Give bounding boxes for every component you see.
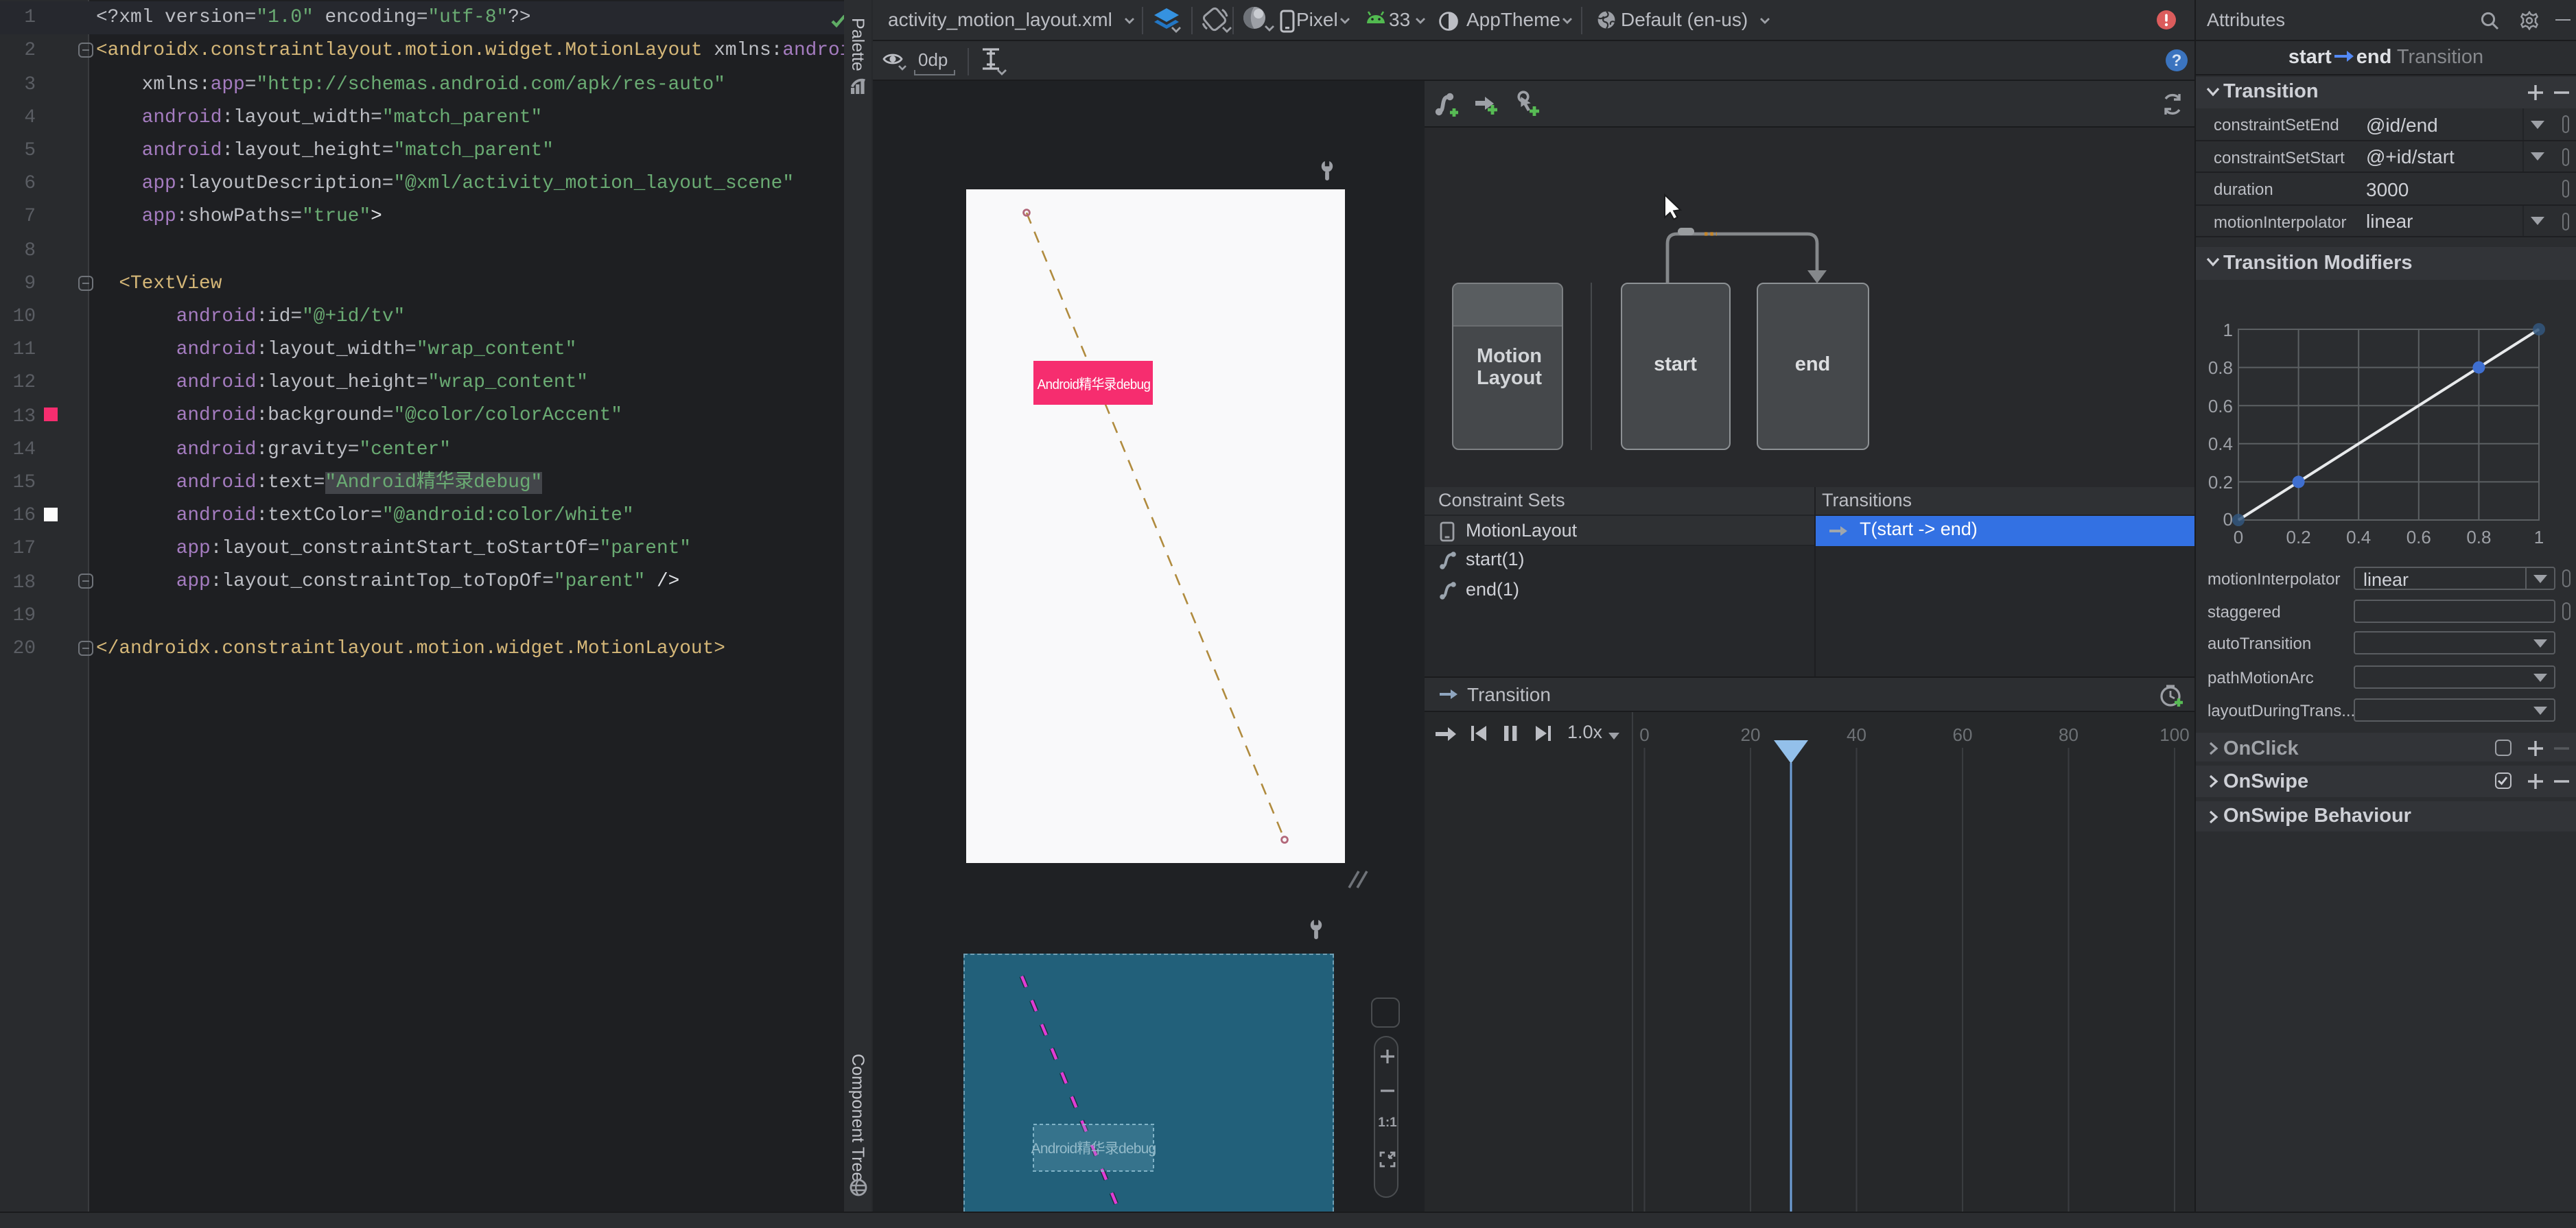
svg-text:0.2: 0.2 (2286, 526, 2311, 547)
svg-text:0: 0 (2234, 526, 2243, 547)
svg-text:0: 0 (2223, 508, 2233, 529)
svg-text:0.2: 0.2 (2208, 471, 2233, 492)
svg-text:0.4: 0.4 (2208, 433, 2233, 453)
svg-text:0.6: 0.6 (2208, 395, 2233, 416)
svg-text:0.8: 0.8 (2466, 526, 2491, 547)
svg-text:1: 1 (2534, 526, 2544, 547)
svg-text:1: 1 (2223, 319, 2233, 340)
svg-text:0.8: 0.8 (2208, 357, 2233, 377)
svg-text:0.6: 0.6 (2407, 526, 2431, 547)
svg-text:0.4: 0.4 (2346, 526, 2371, 547)
svg-text:Android精华录debug: Android精华录debug (1031, 1140, 1156, 1156)
